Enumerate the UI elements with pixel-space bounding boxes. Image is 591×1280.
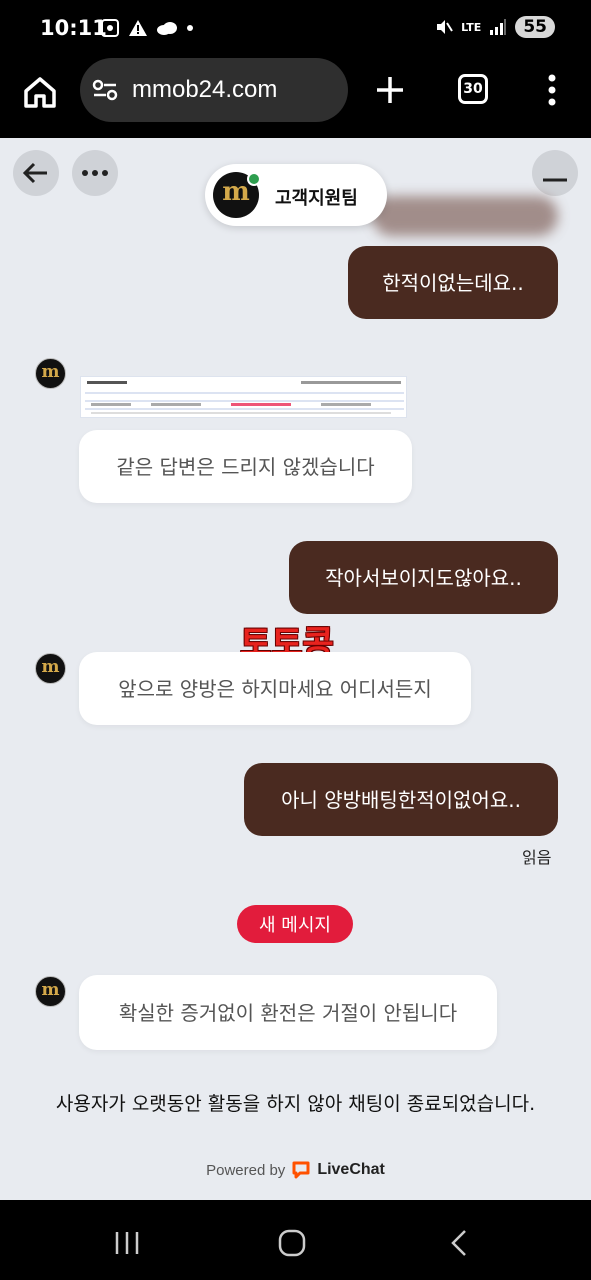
agent-avatar-small: m <box>35 976 66 1007</box>
mute-icon <box>437 20 453 34</box>
more-options-button[interactable] <box>72 150 118 196</box>
new-tab-icon[interactable] <box>374 74 406 106</box>
cloud-icon <box>157 22 177 35</box>
back-button[interactable] <box>13 150 59 196</box>
address-bar[interactable]: mmob24.com <box>80 58 348 122</box>
warning-icon <box>129 20 147 36</box>
online-status-dot <box>247 172 261 186</box>
user-message: 한적이없는데요.. <box>348 246 558 319</box>
agent-message: 앞으로 양방은 하지마세요 어디서든지 <box>79 652 471 725</box>
agent-avatar-small: m <box>35 653 66 684</box>
read-receipt: 읽음 <box>522 848 552 867</box>
home-icon[interactable] <box>22 74 58 110</box>
agent-avatar-small: m <box>35 358 66 389</box>
agent-message: 같은 답변은 드리지 않겠습니다 <box>79 430 412 503</box>
agent-message: 확실한 증거없이 환전은 거절이 안됩니다 <box>79 975 497 1050</box>
signal-icon <box>490 19 507 35</box>
back-nav-icon[interactable] <box>448 1229 470 1257</box>
attached-screenshot-image[interactable] <box>80 376 407 418</box>
logo-letter: m <box>41 980 60 1000</box>
chat-ended-notice: 사용자가 오랫동안 활동을 하지 않아 채팅이 종료되었습니다. <box>55 1093 536 1115</box>
network-label: LTE <box>461 20 482 34</box>
table-thumbnail <box>85 381 404 414</box>
agent-header: m 고객지원팀 <box>205 164 387 226</box>
logo-letter: m <box>41 657 60 677</box>
livechat-brand: LiveChat <box>317 1161 385 1178</box>
status-bar: 10:11 LTE 55 <box>0 0 591 58</box>
minimize-button[interactable] <box>532 150 578 196</box>
logo-letter: m <box>41 362 60 382</box>
system-navigation-bar <box>0 1200 591 1280</box>
livechat-logo-icon <box>292 1161 310 1179</box>
minimize-icon <box>543 178 567 182</box>
agent-name: 고객지원팀 <box>275 188 358 209</box>
powered-by-label: Powered by <box>206 1161 286 1179</box>
overflow-menu-icon[interactable] <box>540 72 564 108</box>
arrow-left-icon <box>22 162 47 184</box>
status-time: 10:11 <box>40 16 107 40</box>
screenshot-icon <box>101 19 119 37</box>
site-settings-icon[interactable] <box>92 78 118 102</box>
recent-apps-icon[interactable] <box>113 1230 141 1256</box>
chat-window: m 고객지원팀 한적이없는데요.. m 같은 답변은 드리지 않겠습니다 작아서… <box>0 138 591 1200</box>
user-message: 작아서보이지도않아요.. <box>289 541 558 614</box>
battery-indicator: 55 <box>515 16 555 38</box>
browser-toolbar: mmob24.com 30 <box>0 58 591 138</box>
blurred-message <box>372 196 558 236</box>
user-message: 아니 양방배팅한적이없어요.. <box>244 763 558 836</box>
url-text: mmob24.com <box>132 76 278 103</box>
dot-icon <box>187 25 193 31</box>
new-message-button[interactable]: 새 메시지 <box>237 905 353 943</box>
powered-by[interactable]: Powered by LiveChat <box>0 1160 591 1180</box>
more-horizontal-icon <box>82 170 108 176</box>
home-nav-icon[interactable] <box>278 1229 306 1257</box>
tab-switcher-button[interactable]: 30 <box>458 74 488 104</box>
